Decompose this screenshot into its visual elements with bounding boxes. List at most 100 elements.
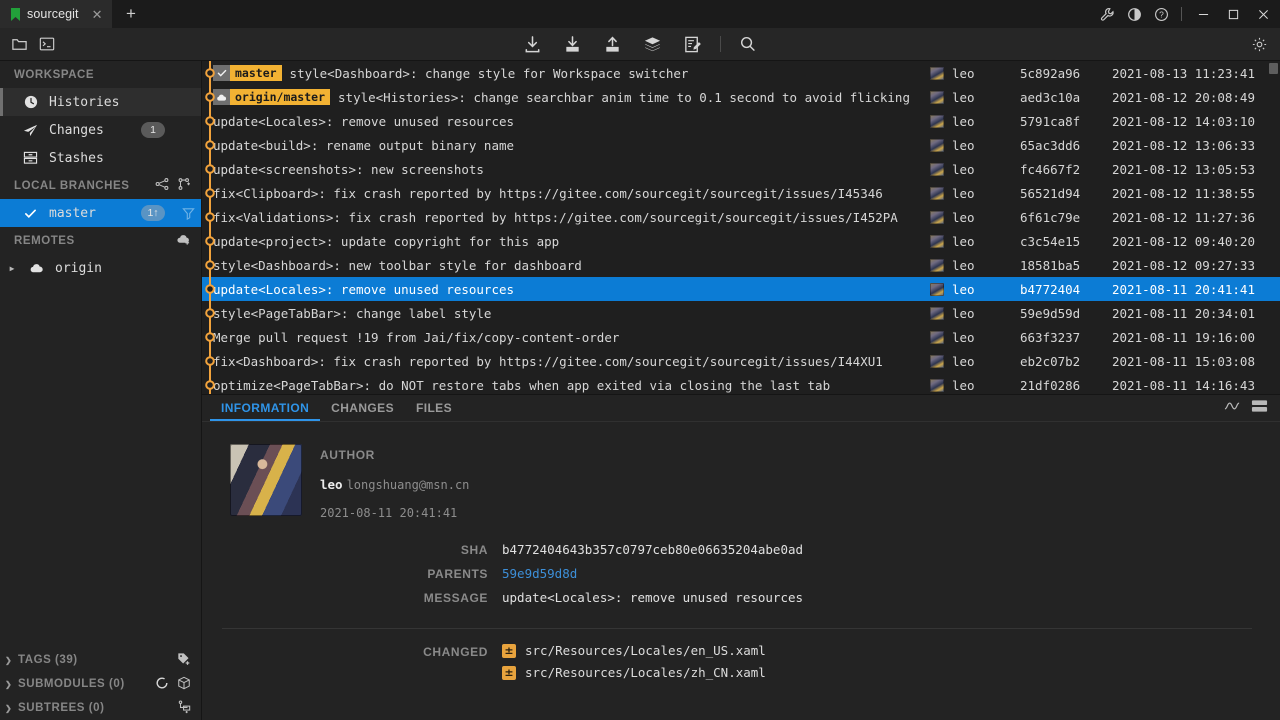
add-tag-icon[interactable] (177, 652, 191, 669)
terminal-icon[interactable] (34, 31, 60, 57)
wrench-icon[interactable] (1094, 0, 1121, 28)
help-icon[interactable]: ? (1148, 0, 1175, 28)
avatar (930, 379, 944, 392)
new-branch-icon[interactable] (177, 177, 191, 194)
sidebar: WORKSPACE Histories Changes 1 (0, 61, 202, 720)
open-folder-icon[interactable] (6, 31, 32, 57)
push-icon[interactable] (600, 31, 626, 57)
table-row[interactable]: update<Locales>: remove unused resources… (202, 109, 1280, 133)
commit-time-cell: 2021-08-12 11:38:55 (1112, 186, 1280, 201)
table-row[interactable]: update<build>: rename output binary name… (202, 133, 1280, 157)
author-block: AUTHOR leolongshuang@msn.cn 2021-08-11 2… (202, 436, 1280, 520)
sidebar-section-local-branches: LOCAL BRANCHES (0, 172, 201, 199)
table-row[interactable]: update<project>: update copyright for th… (202, 229, 1280, 253)
commit-subject-cell: update<build>: rename output binary name (202, 138, 930, 153)
sidebar-item-origin[interactable]: ▶ origin (0, 254, 201, 282)
commit-time-cell: 2021-08-13 11:23:41 (1112, 66, 1280, 81)
chevron-right-icon[interactable]: ▶ (6, 264, 18, 273)
table-row[interactable]: fix<Clipboard>: fix crash reported by ht… (202, 181, 1280, 205)
remotes-actions (176, 233, 201, 249)
list-item[interactable]: ±src/Resources/Locales/zh_CN.xaml (502, 665, 766, 680)
commit-author-cell: leo (930, 114, 1020, 129)
table-row[interactable]: master style<Dashboard>: change style for… (202, 61, 1280, 85)
chevron-right-icon[interactable]: ❯ (5, 656, 18, 665)
avatar (930, 91, 944, 104)
changed-label: CHANGED (202, 643, 502, 680)
sidebar-section-remotes: REMOTES (0, 227, 201, 254)
field-parents-value[interactable]: 59e9d59d8d (502, 566, 577, 581)
layout-split-icon[interactable] (1251, 399, 1268, 418)
commit-time-cell: 2021-08-12 13:06:33 (1112, 138, 1280, 153)
close-icon[interactable]: ✕ (92, 8, 103, 21)
commit-subject-cell: fix<Dashboard>: fix crash reported by ht… (202, 354, 930, 369)
sidebar-bottom-sections: ❯ TAGS (39) ❯ SUBMODULES (0) (0, 648, 201, 720)
add-subtree-icon[interactable] (177, 700, 191, 717)
commit-time-cell: 2021-08-12 11:27:36 (1112, 210, 1280, 225)
add-submodule-icon[interactable] (177, 676, 191, 693)
commit-author-cell: leo (930, 138, 1020, 153)
commit-author-cell: leo (930, 66, 1020, 81)
chevron-right-icon[interactable]: ❯ (5, 680, 18, 689)
table-row[interactable]: update<Locales>: remove unused resources… (202, 277, 1280, 301)
settings-gear-icon[interactable] (1246, 31, 1272, 57)
apply-patch-icon[interactable] (680, 31, 706, 57)
field-sha-value: b4772404643b357c0797ceb80e06635204abe0ad (502, 542, 803, 557)
table-row[interactable]: origin/masterstyle<Histories>: change se… (202, 85, 1280, 109)
sidebar-section-submodules[interactable]: ❯ SUBMODULES (0) (0, 672, 201, 696)
table-row[interactable]: style<Dashboard>: new toolbar style for … (202, 253, 1280, 277)
table-row[interactable]: Merge pull request !19 from Jai/fix/copy… (202, 325, 1280, 349)
fetch-icon[interactable] (520, 31, 546, 57)
new-tab-button[interactable]: + (112, 0, 150, 28)
table-row[interactable]: optimize<PageTabBar>: do NOT restore tab… (202, 373, 1280, 394)
avatar (930, 307, 944, 320)
sidebar-item-histories[interactable]: Histories (0, 88, 201, 116)
avatar (930, 67, 944, 80)
theme-toggle-icon[interactable] (1121, 0, 1148, 28)
detail-tab-actions (1224, 395, 1280, 421)
commit-subject-text: style<Dashboard>: change style for Works… (290, 66, 689, 81)
commit-list[interactable]: master style<Dashboard>: change style for… (202, 61, 1280, 394)
maximize-button[interactable] (1218, 0, 1248, 28)
commit-subject-cell: update<project>: update copyright for th… (202, 234, 930, 249)
refresh-icon[interactable] (155, 676, 169, 693)
sidebar-item-changes[interactable]: Changes 1 (0, 116, 201, 144)
chevron-right-icon[interactable]: ❯ (5, 704, 18, 713)
commit-author-cell: leo (930, 186, 1020, 201)
stash-icon[interactable] (640, 31, 666, 57)
commit-list-scrollbar[interactable] (1269, 63, 1278, 74)
filter-icon[interactable] (175, 207, 201, 220)
commit-subject-text: style<PageTabBar>: change label style (213, 306, 491, 321)
commit-sha-cell: 56521d94 (1020, 186, 1112, 201)
sidebar-item-master[interactable]: master 1↑ (0, 199, 201, 227)
table-row[interactable]: fix<Dashboard>: fix crash reported by ht… (202, 349, 1280, 373)
avatar (930, 187, 944, 200)
commit-subject-text: update<build>: rename output binary name (213, 138, 514, 153)
commit-author-name: leo (952, 162, 975, 177)
commit-sha-cell: c3c54e15 (1020, 234, 1112, 249)
table-row[interactable]: style<PageTabBar>: change label style leo… (202, 301, 1280, 325)
tab-changes[interactable]: CHANGES (320, 395, 405, 421)
commit-decorator-label: master (230, 65, 282, 81)
commit-author-cell: leo (930, 258, 1020, 273)
repo-tab-sourcegit[interactable]: sourcegit ✕ (0, 0, 112, 28)
table-row[interactable]: fix<Validations>: fix crash reported by … (202, 205, 1280, 229)
table-row[interactable]: update<screenshots>: new screenshotsleof… (202, 157, 1280, 181)
curve-graph-icon[interactable] (1224, 399, 1241, 418)
commit-time-cell: 2021-08-11 14:16:43 (1112, 378, 1280, 393)
list-item[interactable]: ±src/Resources/Locales/en_US.xaml (502, 643, 766, 658)
close-button[interactable] (1248, 0, 1278, 28)
sidebar-item-stashes[interactable]: Stashes (0, 144, 201, 172)
add-remote-icon[interactable] (176, 233, 191, 249)
commit-author-cell: leo (930, 306, 1020, 321)
minimize-button[interactable] (1188, 0, 1218, 28)
sidebar-section-subtrees[interactable]: ❯ SUBTREES (0) (0, 696, 201, 720)
titlebar-separator (1175, 0, 1188, 28)
tab-information[interactable]: INFORMATION (210, 395, 320, 421)
commit-author-cell: leo (930, 378, 1020, 393)
pull-icon[interactable] (560, 31, 586, 57)
search-icon[interactable] (735, 31, 761, 57)
commit-time-cell: 2021-08-12 20:08:49 (1112, 90, 1280, 105)
branch-graph-icon[interactable] (155, 177, 169, 194)
sidebar-section-tags[interactable]: ❯ TAGS (39) (0, 648, 201, 672)
tab-files[interactable]: FILES (405, 395, 463, 421)
